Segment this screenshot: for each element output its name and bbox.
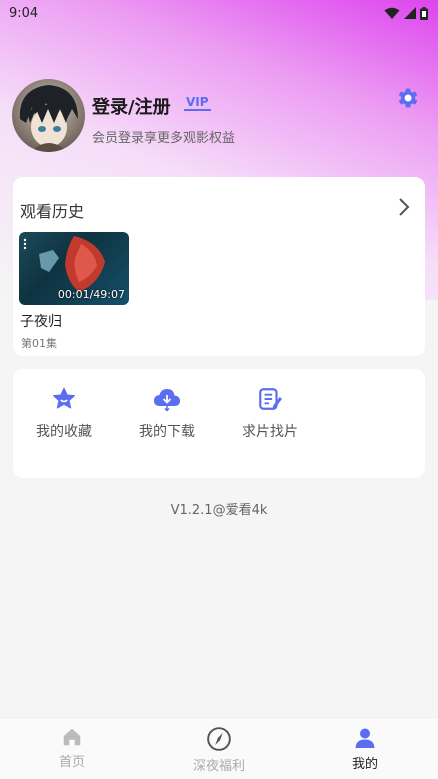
star-icon [52,387,76,409]
compass-icon [207,727,231,751]
downloads-button[interactable]: 我的下载 [127,386,207,441]
favorites-button[interactable]: 我的收藏 [24,386,104,441]
request-movie-button[interactable]: 求片找片 [230,386,310,441]
status-bar: 9:04 [0,0,438,26]
tab-home-label: 首页 [58,755,85,770]
tab-home[interactable]: 首页 [22,726,122,770]
battery-icon [420,6,428,20]
status-time: 9:04 [9,5,39,21]
playback-progress-time: 00:01/49:07 [57,288,125,301]
tab-mine-label: 我的 [351,757,378,772]
cloud-download-icon [154,389,180,412]
watch-history-card: 观看历史 00:01/49:07 子夜归 第01集 [13,177,425,356]
downloads-label: 我的下载 [139,424,195,440]
history-item-title[interactable]: 子夜归 [20,311,62,331]
tab-mine[interactable]: 我的 [315,726,415,772]
request-edit-icon [259,388,282,410]
home-icon [63,728,81,746]
wifi-icon [384,7,400,19]
login-register-title[interactable]: 登录/注册 [92,93,171,119]
chevron-right-icon[interactable] [397,196,411,218]
favorites-label: 我的收藏 [36,424,92,440]
history-item-episode: 第01集 [21,337,57,350]
vip-badge: VIP [184,95,211,111]
tab-late-night-label: 深夜福利 [192,759,245,774]
watch-history-title: 观看历史 [20,202,85,221]
status-icons [384,6,428,20]
actions-card: 我的收藏 我的下载 求片找片 [13,369,425,478]
person-icon [355,728,375,748]
bottom-tab-bar: 首页 深夜福利 我的 [0,717,438,779]
tab-late-night[interactable]: 深夜福利 [169,726,269,774]
request-movie-label: 求片找片 [242,424,298,440]
signal-icon [404,7,416,19]
login-subtitle: 会员登录享更多观影权益 [92,131,236,146]
app-version: V1.2.1@爱看4k [170,503,268,518]
avatar[interactable] [12,79,85,152]
settings-gear-icon[interactable] [394,85,420,111]
profile-section: 登录/注册 VIP 会员登录享更多观影权益 [12,79,426,153]
history-item-thumbnail[interactable]: 00:01/49:07 [19,232,129,305]
avatar-image [19,85,78,152]
